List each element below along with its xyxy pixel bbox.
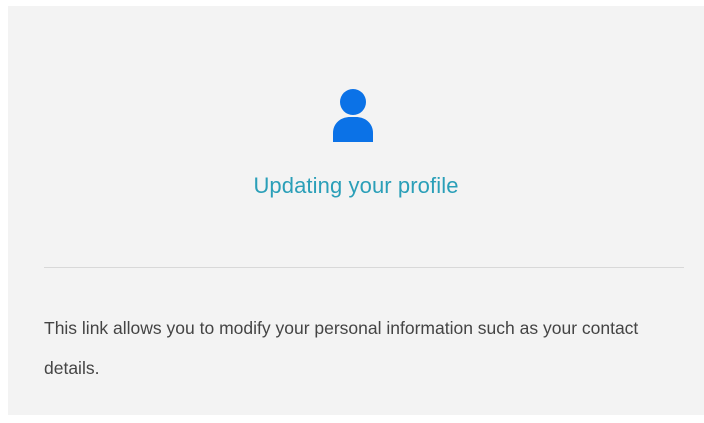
profile-card[interactable]: Updating your profile This link allows y…: [8, 6, 704, 415]
card-title: Updating your profile: [253, 173, 459, 198]
card-description: This link allows you to modify your pers…: [44, 318, 639, 378]
user-profile-icon: [332, 88, 374, 142]
card-divider: [44, 267, 684, 268]
profile-card-hero: Updating your profile: [8, 6, 704, 266]
